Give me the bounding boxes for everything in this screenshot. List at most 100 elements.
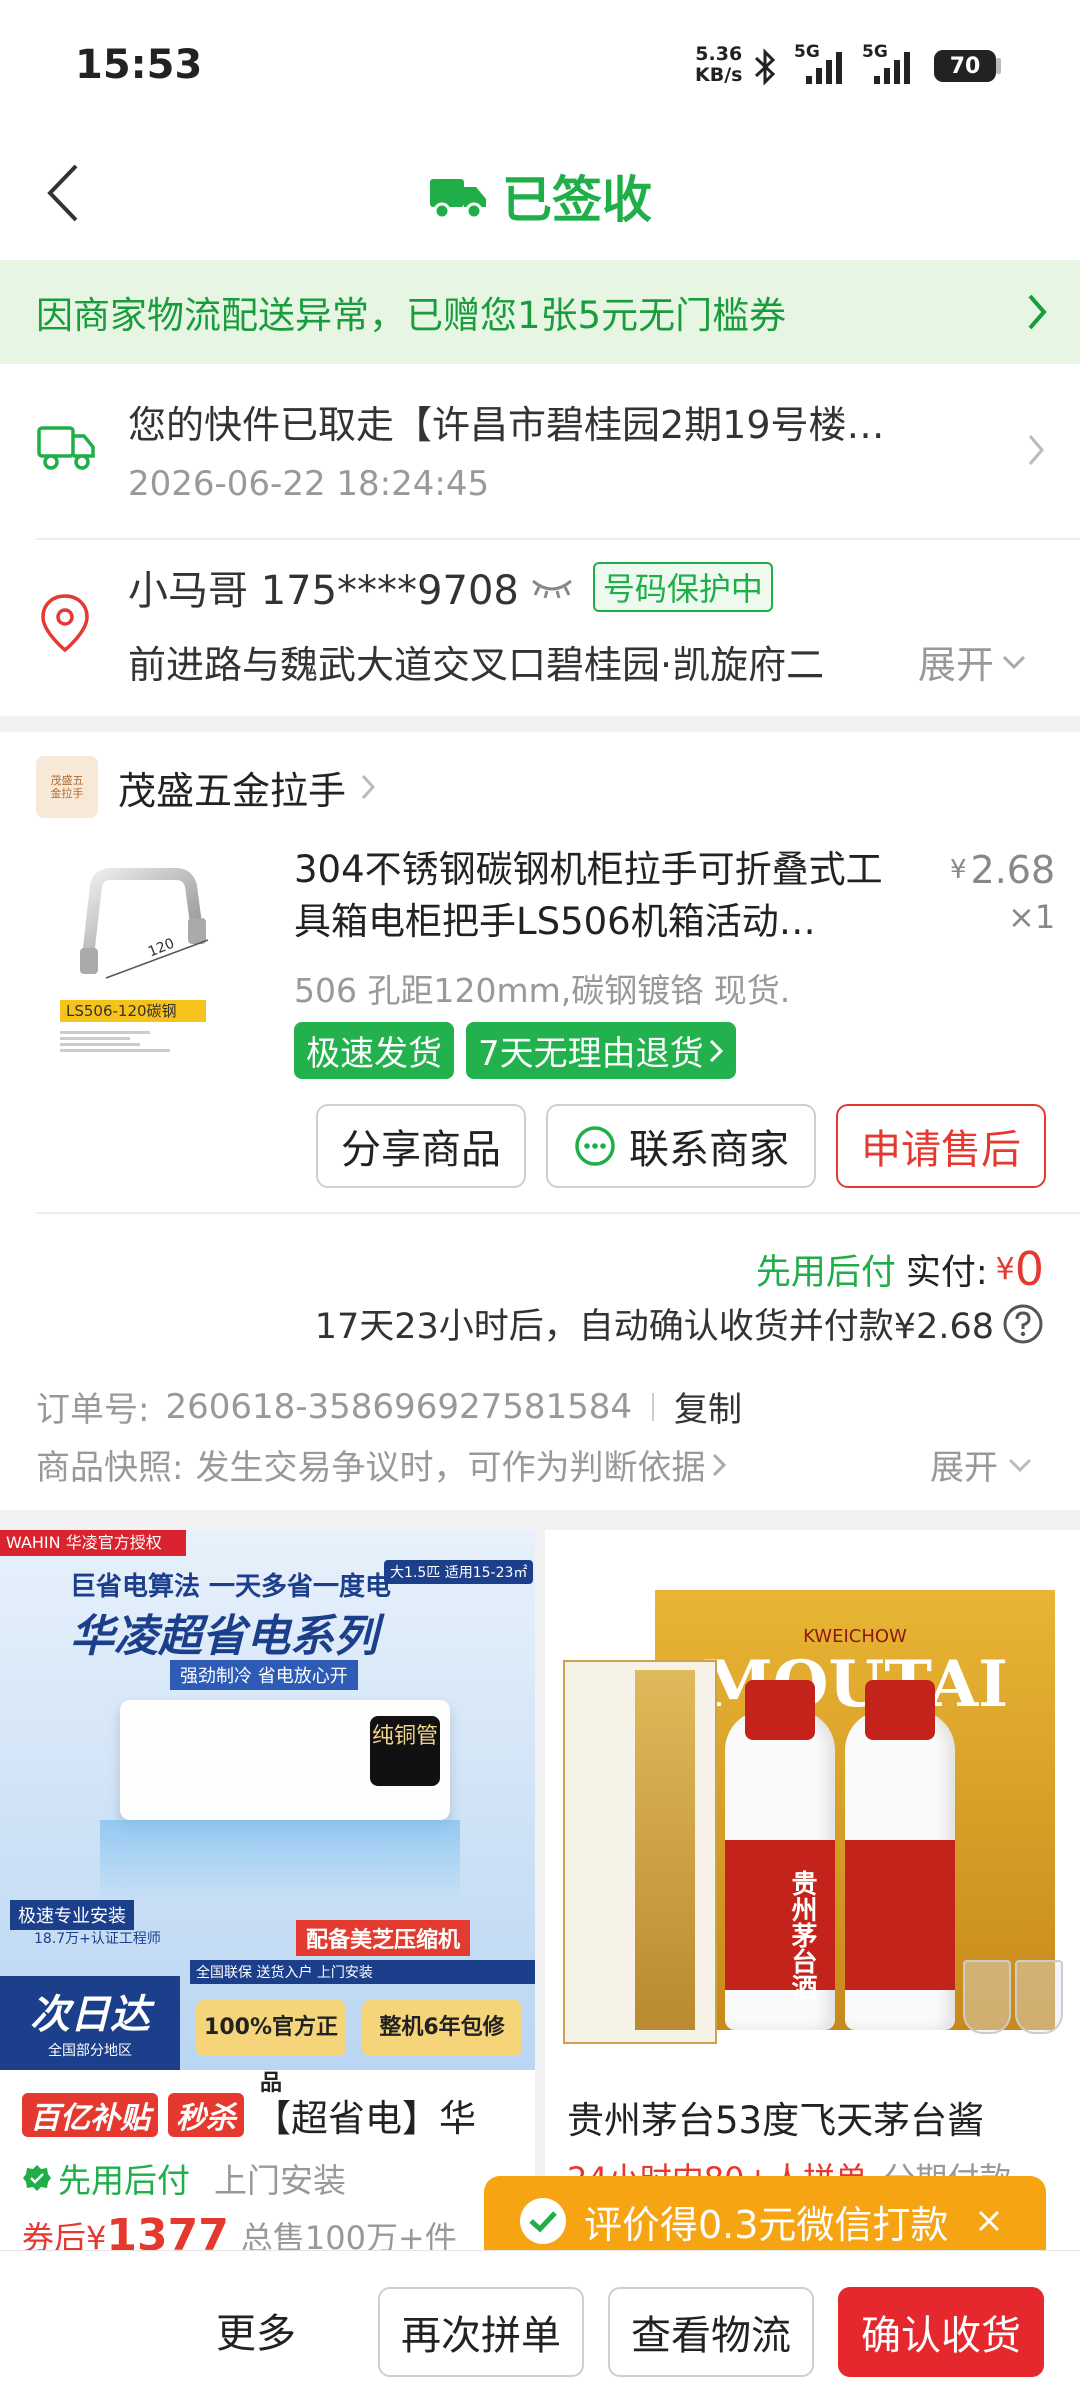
bluetooth-icon	[752, 48, 778, 86]
pay-later-icon	[22, 2163, 52, 2193]
paid-label: 实付:	[905, 1252, 988, 1293]
compressor-label: 配备美芝压缩机	[296, 1920, 471, 1956]
receiver-name-row: 小马哥 175****9708 号码保护中	[128, 558, 773, 616]
fast-ship-tag: 极速发货	[294, 1022, 454, 1079]
product-tags: 极速发货 7天无理由退货	[294, 1022, 736, 1079]
contact-seller-button[interactable]: 联系商家	[546, 1104, 816, 1188]
shipping-time: 2026-06-22 18:24:45	[128, 464, 490, 504]
install-label: 极速专业安装	[10, 1900, 134, 1930]
pay-later-label: 先用后付	[755, 1252, 896, 1293]
expand-label: 展开	[918, 643, 995, 687]
handle-illustration	[80, 868, 209, 979]
separator	[652, 1392, 655, 1421]
number-protect-badge[interactable]: 号码保护中	[592, 562, 773, 612]
moutai-title: 贵州茅台53度飞天茅台酱	[567, 2099, 985, 2142]
recommend-card-moutai[interactable]: KWEICHOW MOUTAI 贵州茅台酒 贵州茅台53度飞天茅台酱 24小时内…	[545, 1530, 1080, 2250]
help-icon[interactable]	[1002, 1303, 1044, 1345]
aircon-spec-tag: 大1.5匹 适用15-23㎡	[384, 1560, 534, 1584]
shipping-status: 您的快件已取走【许昌市碧桂园2期19号楼…	[128, 403, 885, 447]
aircon-subline: 强劲制冷 省电放心开	[170, 1660, 358, 1690]
chevron-right-icon	[360, 773, 376, 801]
after-sale-button[interactable]: 申请售后	[836, 1104, 1046, 1188]
chevron-right-icon	[1026, 432, 1046, 468]
aircon-image: WAHIN 华凌官方授权 大1.5匹 适用15-23㎡ 巨省电算法 一天多省一度…	[0, 1530, 535, 2096]
confirm-receipt-button[interactable]: 确认收货	[838, 2287, 1044, 2377]
image-fine-print	[60, 1028, 180, 1055]
product-spec: 506 孔距120mm,碳钢镀铬 现货.	[294, 971, 791, 1010]
signal-2-icon: 5G	[860, 42, 920, 86]
copy-order-button[interactable]: 复制	[674, 1382, 742, 1431]
product-image-label: LS506-120碳钢	[60, 1000, 206, 1022]
flash-sale-badge: 秒杀	[168, 2093, 244, 2137]
chevron-right-icon	[713, 1453, 727, 1476]
product-title[interactable]: 304不锈钢碳钢机柜拉手可折叠式工具箱电柜把手LS506机箱活动…	[294, 844, 906, 948]
moutai-box-label	[635, 1670, 695, 2030]
aircon-price: 1377	[106, 2210, 229, 2250]
divider	[36, 1212, 1080, 1214]
eye-closed-icon[interactable]	[529, 575, 575, 599]
bottle-label: 贵州茅台酒	[787, 1870, 817, 2000]
subsidy-badge: 百亿补贴	[22, 2093, 158, 2137]
order-card: 茂盛五金拉手 茂盛五金拉手 120 LS506-120碳钢 304不锈钢碳钢机柜…	[0, 732, 1080, 1510]
order-number-row: 订单号: 260618-358696927581584 复制	[36, 1382, 742, 1431]
chevron-down-icon	[1008, 1458, 1032, 1472]
share-product-button[interactable]: 分享商品	[316, 1104, 526, 1188]
store-name: 茂盛五金拉手	[118, 768, 347, 813]
snapshot-row[interactable]: 商品快照: 发生交易争议时，可作为判断依据	[36, 1440, 727, 1489]
return-policy-tag[interactable]: 7天无理由退货	[466, 1022, 736, 1079]
signal-1-icon: 5G	[792, 42, 852, 86]
store-logo: 茂盛五金拉手	[36, 756, 98, 818]
more-button[interactable]: 更多	[216, 2301, 296, 2359]
reorder-button[interactable]: 再次拼单	[378, 2287, 584, 2377]
location-pin-icon	[38, 592, 92, 654]
recommend-card-aircon[interactable]: WAHIN 华凌官方授权 大1.5匹 适用15-23㎡ 巨省电算法 一天多省一度…	[0, 1530, 535, 2250]
aircon-sales: 总售100万+件	[240, 2218, 457, 2251]
bottom-action-bar: 更多 再次拼单 查看物流 确认收货	[0, 2250, 1080, 2401]
back-icon[interactable]	[40, 160, 86, 226]
official-badge: 100%官方正品	[196, 2000, 346, 2096]
product-image[interactable]: 120 LS506-120碳钢	[36, 836, 266, 1066]
page-title-group: 已签收	[428, 160, 652, 232]
status-bar: 15:53 5.36 KB/s 5G 5G 70	[0, 0, 1080, 130]
receiver-row: 小马哥 175****9708 号码保护中 前进路与魏武大道交叉口碧桂园·凯旋府…	[0, 540, 1080, 716]
chat-icon	[573, 1124, 617, 1168]
chevron-right-icon	[709, 1039, 723, 1062]
nextday-block: 次日达 全国部分地区	[0, 1976, 180, 2070]
moutai-cup-1	[963, 1960, 1011, 2034]
snapshot-text: 发生交易争议时，可作为判断依据	[195, 1448, 706, 1488]
aircon-pay-later: 先用后付	[58, 2161, 190, 2200]
product-quantity: ×1	[1008, 898, 1056, 936]
moutai-image: KWEICHOW MOUTAI 贵州茅台酒	[545, 1530, 1080, 2070]
receiver-address: 前进路与魏武大道交叉口碧桂园·凯旋府二	[128, 643, 825, 687]
shipping-card: 您的快件已取走【许昌市碧桂园2期19号楼… 2026-06-22 18:24:4…	[0, 364, 1080, 716]
address-expand-button[interactable]: 展开	[918, 634, 1028, 689]
order-number-label: 订单号:	[36, 1390, 150, 1430]
aircon-airflow	[100, 1820, 460, 1900]
service-strip: 全国联保 送货入户 上门安装	[190, 1960, 535, 1984]
copper-badge: 纯铜管	[370, 1716, 440, 1786]
snapshot-label: 商品快照:	[36, 1448, 184, 1488]
close-icon[interactable]	[974, 2206, 1004, 2236]
auto-confirm-row: 17天23小时后，自动确认收货并付款¥2.68	[315, 1298, 1044, 1349]
aircon-price-row: 券后¥ 1377 总售100万+件	[22, 2210, 457, 2250]
aircon-service-row: 先用后付 上门安装	[22, 2154, 346, 2202]
snapshot-expand-button[interactable]: 展开	[930, 1440, 1034, 1489]
view-logistics-button[interactable]: 查看物流	[608, 2287, 814, 2377]
compensation-notice[interactable]: 因商家物流配送异常，已赠您1张5元无门槛券	[0, 260, 1080, 364]
toast-text: 评价得0.3元微信打款	[584, 2202, 949, 2247]
paid-value: 0	[1014, 1242, 1044, 1296]
notice-text: 因商家物流配送异常，已赠您1张5元无门槛券	[36, 294, 787, 337]
aircon-title: 【超省电】华	[254, 2097, 476, 2140]
engineer-label: 18.7万+认证工程师	[34, 1931, 161, 1947]
battery-tip	[996, 58, 1001, 74]
store-row[interactable]: 茂盛五金拉手 茂盛五金拉手	[36, 756, 376, 818]
truck-outline-icon	[36, 420, 96, 474]
aircon-price-prefix: 券后¥	[22, 2218, 107, 2251]
header-bar: 已签收	[0, 130, 1080, 260]
receiver-name-phone: 小马哥 175****9708	[128, 568, 519, 614]
wechat-pay-icon	[518, 2196, 568, 2246]
shipping-status-row[interactable]: 您的快件已取走【许昌市碧桂园2期19号楼… 2026-06-22 18:24:4…	[0, 364, 1080, 538]
aircon-brand-bar: WAHIN 华凌官方授权	[0, 1530, 186, 1556]
payment-summary: 先用后付 实付: ¥ 0	[755, 1242, 1044, 1296]
net-speed: 5.36 KB/s	[695, 43, 743, 86]
